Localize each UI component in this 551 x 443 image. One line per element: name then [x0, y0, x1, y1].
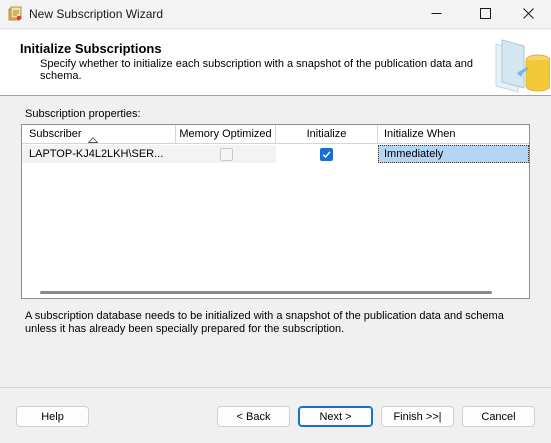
window-title: New Subscription Wizard	[29, 7, 164, 21]
initialization-info-text: A subscription database needs to be init…	[25, 310, 504, 335]
column-header-initialize[interactable]: Initialize	[276, 125, 378, 144]
title-bar: New Subscription Wizard	[0, 0, 551, 29]
close-icon	[522, 7, 534, 22]
page-title: Initialize Subscriptions	[20, 41, 162, 56]
minimize-button[interactable]	[413, 0, 459, 29]
help-button[interactable]: Help	[16, 406, 89, 427]
wizard-app-icon	[7, 6, 23, 22]
wizard-header: Initialize Subscriptions Specify whether…	[0, 30, 551, 96]
database-graphic-icon	[488, 34, 551, 96]
finish-button[interactable]: Finish >>|	[381, 406, 454, 427]
horizontal-scrollbar[interactable]	[24, 286, 527, 298]
cancel-button[interactable]: Cancel	[462, 406, 535, 427]
table-row[interactable]: LAPTOP-KJ4L2LKH\SER... Immediately	[22, 145, 529, 163]
column-header-initialize-when[interactable]: Initialize When	[378, 125, 529, 144]
initialize-when-cell[interactable]: Immediately	[378, 145, 529, 163]
column-header-subscriber[interactable]: Subscriber	[22, 125, 176, 144]
page-description: Specify whether to initialize each subsc…	[40, 58, 473, 82]
subscription-properties-label: Subscription properties:	[25, 108, 141, 120]
subscription-properties-grid[interactable]: Subscriber Memory Optimized Initialize I…	[21, 124, 530, 299]
grid-header: Subscriber Memory Optimized Initialize I…	[22, 125, 529, 144]
close-button[interactable]	[505, 0, 551, 29]
maximize-icon	[479, 7, 491, 22]
next-button[interactable]: Next >	[298, 406, 373, 427]
subscriber-cell[interactable]: LAPTOP-KJ4L2LKH\SER...	[22, 145, 176, 163]
initialize-checkbox[interactable]	[320, 148, 333, 161]
column-header-memory-optimized[interactable]: Memory Optimized	[176, 125, 276, 144]
scrollbar-thumb[interactable]	[40, 291, 492, 294]
column-header-label: Subscriber	[29, 128, 82, 140]
memory-optimized-cell	[176, 145, 276, 163]
minimize-icon	[431, 8, 442, 22]
back-button[interactable]: < Back	[217, 406, 290, 427]
initialize-cell[interactable]	[276, 145, 378, 163]
memory-optimized-checkbox	[220, 148, 233, 161]
maximize-button[interactable]	[462, 0, 508, 29]
